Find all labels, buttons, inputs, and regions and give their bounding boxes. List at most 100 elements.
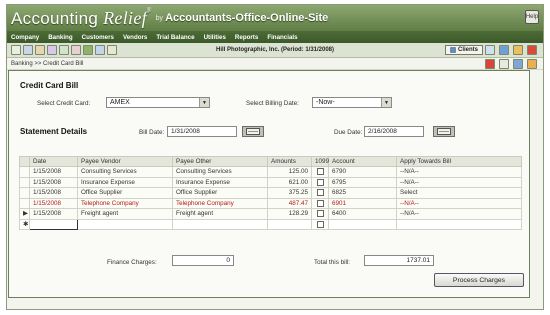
menu-item-trial-balance[interactable]: Trial Balance: [156, 34, 194, 41]
cell-payee-other[interactable]: Telephone Company: [172, 197, 268, 209]
col-payee-other[interactable]: Payee Other: [172, 156, 268, 167]
1099-checkbox[interactable]: [316, 199, 324, 207]
info-icon[interactable]: [513, 59, 523, 69]
site-name: Accountants-Office-Online-Site: [165, 12, 329, 24]
cell-payee-vendor[interactable]: Consulting Services: [77, 166, 173, 178]
cell-payee-other[interactable]: Insurance Expense: [172, 176, 268, 188]
table-row[interactable]: 1/15/2008 Insurance Expense Insurance Expe…: [19, 176, 522, 188]
bill-date-input[interactable]: 1/31/2008: [167, 126, 237, 137]
new-row-cell[interactable]: [267, 218, 312, 230]
cell-apply-towards-bill[interactable]: --N/A--: [396, 166, 522, 178]
cell-account[interactable]: 6790: [328, 166, 397, 178]
cell-account[interactable]: 6400: [328, 208, 397, 220]
list-icon[interactable]: [499, 59, 509, 69]
menu-item-banking[interactable]: Banking: [48, 34, 72, 41]
table-row[interactable]: 1/15/2008 Telephone Company Telephone Comp…: [19, 197, 522, 209]
dollar-red-icon[interactable]: [485, 59, 495, 69]
help-button[interactable]: Help: [525, 10, 539, 24]
table-row[interactable]: 1/15/2008 Office Supplier Office Supplier 3…: [19, 187, 522, 199]
breadcrumb-bar: Banking >> Credit Card Bill: [7, 58, 543, 70]
cell-1099-checkbox[interactable]: [311, 208, 329, 220]
1099-checkbox[interactable]: [316, 189, 324, 197]
menu-item-customers[interactable]: Customers: [82, 34, 114, 41]
cell-payee-vendor[interactable]: Freight agent: [77, 208, 173, 220]
new-row-1099-cell[interactable]: [311, 218, 329, 230]
new-row-cell[interactable]: [77, 218, 173, 230]
col-1099[interactable]: 1099: [311, 156, 329, 167]
table-row[interactable]: ▶ 1/15/2008 Freight agent Freight agent 128.…: [19, 208, 522, 220]
cell-payee-other[interactable]: Consulting Services: [172, 166, 268, 178]
billing-date-select[interactable]: -Now- ▼: [312, 97, 392, 108]
cell-apply-towards-bill[interactable]: --N/A--: [396, 197, 522, 209]
col-date[interactable]: Date: [29, 156, 78, 167]
billing-date-label: Select Billing Date:: [246, 100, 299, 107]
col-amounts[interactable]: Amounts: [267, 156, 312, 167]
1099-checkbox[interactable]: [316, 210, 324, 218]
cell-apply-towards-bill[interactable]: --N/A--: [396, 208, 522, 220]
cell-date[interactable]: 1/15/2008: [29, 208, 78, 220]
credit-card-label: Select Credit Card:: [37, 100, 91, 107]
finance-charges-input[interactable]: 0: [172, 255, 234, 266]
cell-1099-checkbox[interactable]: [311, 166, 329, 178]
cell-payee-vendor[interactable]: Telephone Company: [77, 197, 173, 209]
toolbar-right-icons: [485, 45, 539, 55]
bill-date-calendar-button[interactable]: [242, 126, 264, 137]
cell-date[interactable]: 1/15/2008: [29, 187, 78, 199]
cell-1099-checkbox[interactable]: [311, 176, 329, 188]
1099-checkbox[interactable]: [316, 220, 324, 228]
cell-amount[interactable]: 375.25: [267, 187, 312, 199]
due-date-calendar-button[interactable]: [433, 126, 455, 137]
cell-payee-other[interactable]: Freight agent: [172, 208, 268, 220]
col-account[interactable]: Account: [328, 156, 397, 167]
cell-1099-checkbox[interactable]: [311, 197, 329, 209]
table-row[interactable]: 1/15/2008 Consulting Services Consulting S…: [19, 166, 522, 178]
col-payee-vendor[interactable]: Payee Vendor: [77, 156, 173, 167]
exit-icon[interactable]: [527, 45, 537, 55]
total-value: 1737.01: [364, 255, 434, 266]
new-row-cell[interactable]: [328, 218, 397, 230]
brand-logo: Accounting Relief®: [11, 7, 152, 28]
1099-checkbox[interactable]: [316, 168, 324, 176]
1099-checkbox[interactable]: [316, 178, 324, 186]
chevron-down-icon: ▼: [199, 98, 209, 107]
cell-apply-towards-bill[interactable]: --N/A--: [396, 176, 522, 188]
new-row-cell[interactable]: [396, 218, 522, 230]
menu-item-vendors[interactable]: Vendors: [123, 34, 147, 41]
credit-card-select[interactable]: AMEX ▼: [106, 97, 210, 108]
cell-date[interactable]: 1/15/2008: [29, 166, 78, 178]
refresh-icon[interactable]: [485, 45, 495, 55]
cell-account[interactable]: 6825: [328, 187, 397, 199]
menu-item-reports[interactable]: Reports: [235, 34, 258, 41]
cell-amount[interactable]: 128.29: [267, 208, 312, 220]
process-charges-button[interactable]: Process Charges: [434, 273, 524, 287]
cell-account[interactable]: 6795: [328, 176, 397, 188]
new-row-date-cell[interactable]: [29, 218, 78, 230]
cell-payee-other[interactable]: Office Supplier: [172, 187, 268, 199]
menu-item-company[interactable]: Company: [11, 34, 39, 41]
cell-amount[interactable]: 621.00: [267, 176, 312, 188]
breadcrumb: Banking >> Credit Card Bill: [11, 60, 84, 67]
clients-icon: [449, 47, 456, 53]
globe-icon[interactable]: [499, 45, 509, 55]
cell-date[interactable]: 1/15/2008: [29, 176, 78, 188]
cell-account[interactable]: 6901: [328, 197, 397, 209]
settings-icon[interactable]: [513, 45, 523, 55]
cell-date[interactable]: 1/15/2008: [29, 197, 78, 209]
cell-apply-towards-bill[interactable]: Select: [396, 187, 522, 199]
new-row-cell[interactable]: [172, 218, 268, 230]
row-marker: ▶: [19, 208, 30, 220]
cell-amount[interactable]: 125.00: [267, 166, 312, 178]
cell-payee-vendor[interactable]: Insurance Expense: [77, 176, 173, 188]
new-entry-row[interactable]: ✱: [19, 218, 522, 230]
bill-date-label: Bill Date:: [139, 129, 165, 136]
menu-item-financials[interactable]: Financials: [267, 34, 297, 41]
gear-icon[interactable]: [527, 59, 537, 69]
due-date-input[interactable]: 2/16/2008: [364, 126, 424, 137]
cell-payee-vendor[interactable]: Office Supplier: [77, 187, 173, 199]
menu-item-utilities[interactable]: Utilities: [204, 34, 226, 41]
clients-button[interactable]: Clients: [444, 45, 483, 55]
calendar-icon: [437, 128, 451, 135]
cell-amount[interactable]: 487.47: [267, 197, 312, 209]
col-apply-towards-bill[interactable]: Apply Towards Bill: [396, 156, 522, 167]
cell-1099-checkbox[interactable]: [311, 187, 329, 199]
